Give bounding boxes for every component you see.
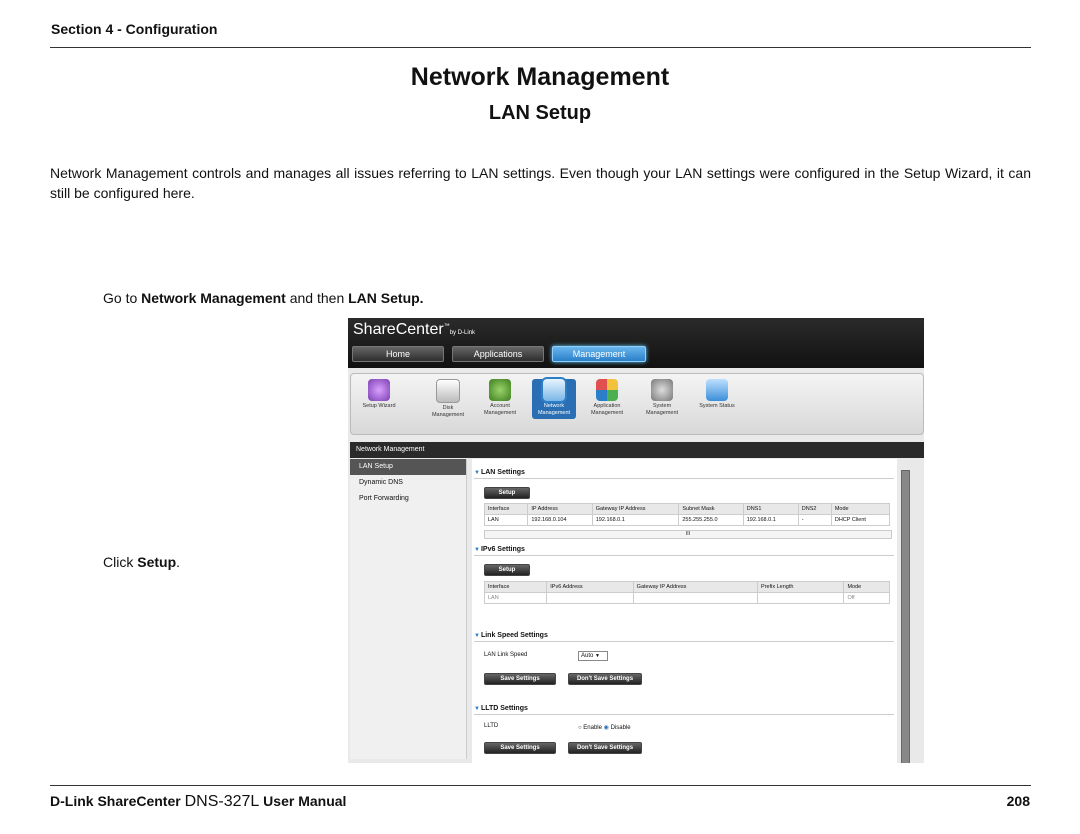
section-header: Section 4 - Configuration — [51, 21, 218, 37]
step-instruction: Go to Network Management and then LAN Se… — [103, 290, 424, 306]
intro-paragraph: Network Management controls and manages … — [50, 165, 1031, 201]
table-cell — [757, 592, 845, 604]
lan-setup-button[interactable]: Setup — [484, 487, 530, 499]
table-header: Interface — [483, 503, 529, 515]
table-row[interactable]: LAN Off — [483, 592, 890, 604]
sharecenter-screenshot: ShareCenter™by D-Link Home Applications … — [348, 318, 924, 763]
table-header: DNS1 — [742, 503, 799, 515]
table-header: Subnet Mask — [678, 503, 744, 515]
wizard-icon — [368, 379, 390, 401]
table-cell: 255.255.255.0 — [678, 514, 744, 526]
table-cell — [546, 592, 634, 604]
panel-title: Network Management — [350, 442, 924, 458]
ipv6-setup-button[interactable]: Setup — [484, 564, 530, 576]
system-icon — [651, 379, 673, 401]
nav-management-tab[interactable]: Management — [552, 346, 646, 362]
network-icon — [543, 379, 565, 401]
table-header: IP Address — [527, 503, 593, 515]
enable-radio[interactable]: ○ — [578, 725, 582, 731]
system-status-button[interactable]: System Status — [695, 379, 739, 410]
chevron-down-icon: ▼ — [595, 653, 600, 659]
app-topbar: ShareCenter™by D-Link Home Applications … — [348, 318, 924, 368]
disk-icon — [436, 379, 460, 403]
table-header: Prefix Length — [757, 581, 845, 593]
sidebar-item-lan-setup[interactable]: LAN Setup — [350, 459, 466, 475]
divider — [474, 478, 894, 479]
click-instruction: Click Setup. — [103, 554, 180, 570]
table-cell: 192.168.0.1 — [591, 514, 680, 526]
page-subtitle: LAN Setup — [488, 102, 592, 124]
account-management-button[interactable]: Account Management — [478, 379, 522, 417]
account-icon — [489, 379, 511, 401]
horizontal-scrollbar[interactable]: III — [484, 530, 892, 539]
system-management-button[interactable]: System Management — [640, 379, 684, 417]
footer-divider — [50, 785, 1031, 786]
table-header: Mode — [843, 581, 890, 593]
content-area: LAN Settings Setup Interface IP Address … — [472, 459, 897, 763]
lan-table: Interface IP Address Gateway IP Address … — [483, 503, 891, 526]
step-text: . — [176, 554, 181, 570]
page-number: 208 — [1006, 793, 1030, 809]
link-speed-select[interactable]: Auto ▼ — [578, 651, 608, 661]
table-cell: LAN — [483, 514, 529, 526]
table-cell: 192.168.0.1 — [742, 514, 799, 526]
table-cell: 192.168.0.104 — [527, 514, 593, 526]
table-cell: LAN — [483, 592, 548, 604]
nav-home-tab[interactable]: Home — [352, 346, 444, 362]
management-icon-bar: Setup Wizard Disk Management Account Man… — [350, 373, 924, 435]
header-divider — [50, 47, 1031, 48]
lltd-heading: LLTD Settings — [474, 705, 528, 712]
table-cell: Off — [843, 592, 890, 604]
network-management-button[interactable]: Network Management — [532, 379, 576, 419]
table-cell: - — [797, 514, 832, 526]
sidebar-item-dynamic-dns[interactable]: Dynamic DNS — [350, 475, 466, 491]
table-header: Gateway IP Address — [591, 503, 680, 515]
table-row[interactable]: LAN 192.168.0.104 192.168.0.1 255.255.25… — [483, 514, 891, 526]
step-text: Go to — [103, 290, 142, 306]
application-icon — [596, 379, 618, 401]
step-bold: Setup — [137, 554, 177, 570]
vertical-scrollbar[interactable] — [901, 470, 910, 763]
disable-radio[interactable]: ◉ — [604, 725, 609, 731]
link-save-button[interactable]: Save Settings — [484, 673, 556, 685]
radio-label: Disable — [610, 725, 631, 731]
nav-applications-tab[interactable]: Applications — [452, 346, 544, 362]
application-management-button[interactable]: Application Management — [585, 379, 629, 417]
lltd-save-button[interactable]: Save Settings — [484, 742, 556, 754]
radio-label: Enable — [583, 725, 602, 731]
setup-wizard-button[interactable]: Setup Wizard — [357, 379, 401, 410]
step-text: and then — [285, 290, 349, 306]
page-title: Network Management — [410, 63, 670, 91]
lltd-dont-save-button[interactable]: Don't Save Settings — [568, 742, 642, 754]
table-header: Mode — [830, 503, 891, 515]
table-header: IPv6 Address — [546, 581, 634, 593]
link-speed-heading: Link Speed Settings — [474, 632, 548, 639]
app-logo: ShareCenter™by D-Link — [353, 321, 476, 338]
divider — [474, 555, 894, 556]
ipv6-table: Interface IPv6 Address Gateway IP Addres… — [483, 581, 890, 604]
table-header: DNS2 — [797, 503, 832, 515]
sidebar: LAN Setup Dynamic DNS Port Forwarding — [350, 459, 467, 759]
divider — [474, 641, 894, 642]
sidebar-item-port-forwarding[interactable]: Port Forwarding — [350, 491, 466, 507]
table-cell — [632, 592, 759, 604]
lltd-label: LLTD — [484, 723, 499, 729]
link-dont-save-button[interactable]: Don't Save Settings — [568, 673, 642, 685]
disk-management-button[interactable]: Disk Management — [426, 379, 470, 419]
ipv6-settings-heading: IPv6 Settings — [474, 546, 525, 553]
table-header: Interface — [483, 581, 548, 593]
step-bold: Network Management — [141, 290, 286, 306]
divider — [474, 714, 894, 715]
lltd-radio-group: ○ Enable ◉ Disable — [578, 724, 631, 731]
table-header: Gateway IP Address — [632, 581, 759, 593]
step-bold: LAN Setup. — [348, 290, 424, 306]
lan-settings-heading: LAN Settings — [474, 469, 525, 476]
status-icon — [706, 379, 728, 401]
link-speed-label: LAN Link Speed — [484, 652, 528, 658]
table-cell: DHCP Client — [830, 514, 891, 526]
footer-title: D-Link ShareCenter DNS-327L User Manual — [50, 793, 347, 810]
step-text: Click — [103, 554, 138, 570]
